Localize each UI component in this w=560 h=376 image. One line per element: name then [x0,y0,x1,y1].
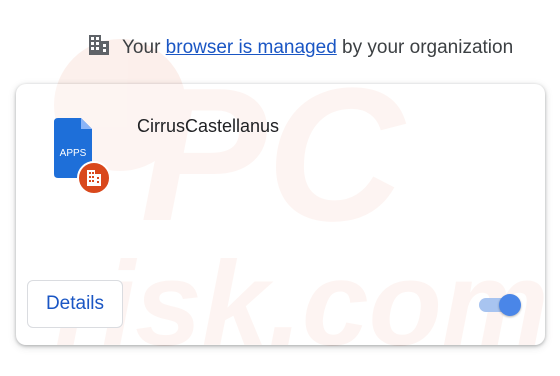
toggle-knob [499,294,521,316]
notice-prefix: Your [122,37,161,58]
apps-file-icon: APPS [54,116,114,196]
extension-name: CirrusCastellanus [137,116,280,136]
browser-managed-link[interactable]: browser is managed [166,37,337,58]
managed-browser-notice: Your browser is managed by your organiza… [88,34,513,62]
apps-icon-label: APPS [60,148,87,159]
notice-suffix: by your organization [342,37,514,58]
details-button[interactable]: Details [27,280,123,328]
enterprise-building-icon [77,161,111,195]
building-icon [88,34,110,62]
extension-enable-toggle[interactable] [479,294,521,316]
extension-card: APPS CirrusCastellanus Details [16,84,545,345]
